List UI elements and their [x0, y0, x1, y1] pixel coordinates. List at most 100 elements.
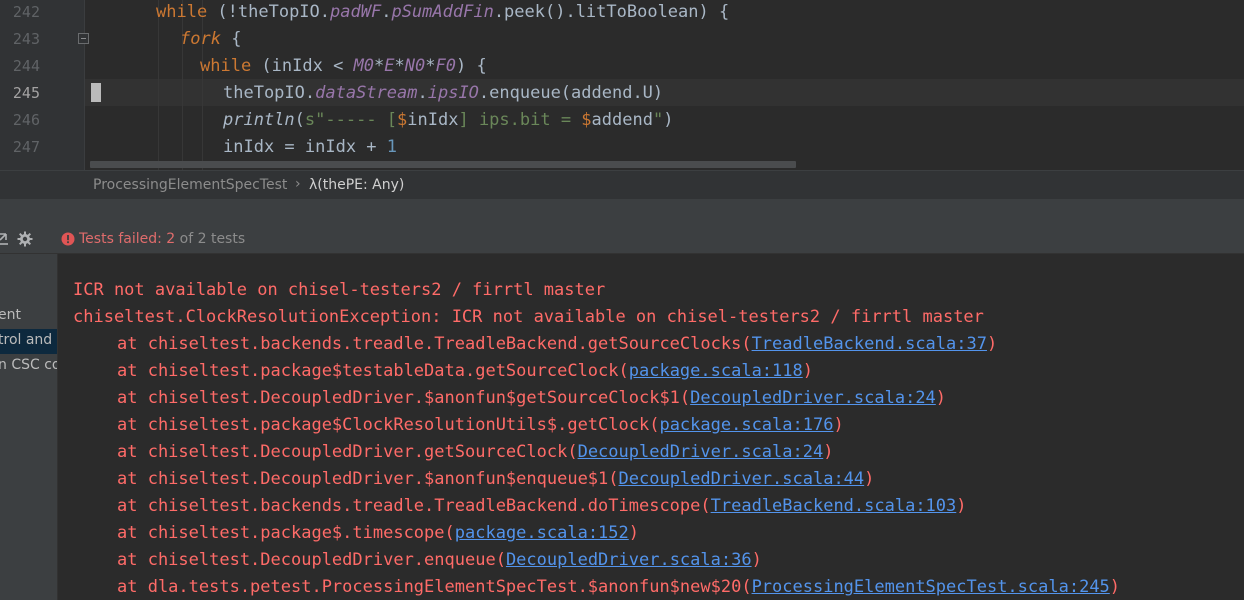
code-token: N0 [404, 56, 426, 76]
source-link[interactable]: ProcessingElementSpecTest.scala:245 [752, 577, 1110, 597]
stack-trace-line: at chiseltest.backends.treadle.TreadleBa… [117, 331, 997, 358]
trace-frame-close: ) [935, 388, 947, 408]
code-token: $ [581, 110, 592, 130]
tree-item[interactable]: ent [0, 307, 21, 323]
trace-frame: at chiseltest.DecoupledDriver.$anonfun$e… [117, 469, 619, 489]
code-line[interactable]: inIdx = inIdx + 1 [223, 134, 397, 161]
code-token: . [417, 83, 428, 103]
source-link[interactable]: package.scala:152 [455, 523, 629, 543]
code-token: padWF [330, 2, 382, 22]
code-token: F0 [435, 56, 456, 76]
code-token: inIdx = inIdx + [223, 137, 387, 157]
line-number-current: 245 [12, 84, 40, 102]
trace-frame: at chiseltest.DecoupledDriver.$anonfun$g… [117, 388, 691, 408]
breadcrumb-function[interactable]: λ(thePE: Any) [309, 177, 404, 193]
source-link[interactable]: TreadleBackend.scala:37 [752, 334, 987, 354]
code-token: 1 [386, 137, 398, 157]
source-link[interactable]: package.scala:176 [659, 415, 833, 435]
source-link[interactable]: DecoupledDriver.scala:24 [578, 442, 824, 462]
code-token: { [220, 29, 242, 49]
trace-frame-close: ) [864, 469, 875, 489]
status-suffix: of 2 tests [179, 231, 246, 247]
breadcrumb-file[interactable]: ProcessingElementSpecTest [93, 177, 287, 193]
breadcrumb-separator: › [295, 176, 301, 192]
text-caret [91, 83, 101, 102]
panel-divider[interactable] [0, 199, 1244, 225]
stack-trace-line: at chiseltest.DecoupledDriver.enqueue(De… [117, 547, 762, 574]
source-link[interactable]: DecoupledDriver.scala:44 [619, 469, 865, 489]
trace-frame: at chiseltest.DecoupledDriver.getSourceC… [117, 442, 578, 462]
test-status-text: Tests failed: 2 of 2 tests [79, 231, 245, 247]
tree-item[interactable]: trol and C [0, 332, 57, 348]
trace-frame-close: ) [1109, 577, 1121, 597]
source-link[interactable]: DecoupledDriver.scala:24 [690, 388, 936, 408]
error-icon [61, 232, 75, 246]
gear-icon[interactable] [17, 231, 33, 247]
stack-trace-line: at chiseltest.DecoupledDriver.$anonfun$g… [117, 385, 946, 412]
stack-trace-line: at chiseltest.package$ClockResolutionUti… [117, 412, 844, 439]
console-output[interactable]: ICR not available on chisel-testers2 / f… [58, 254, 1244, 600]
code-token: * [425, 56, 436, 76]
trace-frame-close: ) [986, 334, 998, 354]
run-toolbar: Tests failed: 2 of 2 tests [0, 225, 1244, 254]
trace-frame: at dla.tests.petest.ProcessingElementSpe… [117, 577, 752, 597]
trace-frame: at chiseltest.backends.treadle.TreadleBa… [117, 496, 711, 516]
code-token: while [156, 2, 208, 22]
test-results-tree: ent trol and C n CSC cor [0, 254, 58, 600]
line-number: 247 [12, 138, 40, 156]
stack-trace-line: at chiseltest.package$testableData.getSo… [117, 358, 813, 385]
trace-frame: at chiseltest.package$.timescope( [117, 523, 455, 543]
code-line[interactable]: while (inIdx < M0*E*N0*F0) { [200, 53, 487, 80]
code-token: theTopIO. [223, 83, 316, 103]
code-token: (inIdx < [251, 56, 354, 76]
code-line[interactable]: theTopIO.dataStream.ipsIO.enqueue(addend… [223, 80, 663, 107]
error-message: ICR not available on chisel-testers2 / f… [73, 280, 606, 300]
trace-frame: at chiseltest.backends.treadle.TreadleBa… [117, 334, 752, 354]
code-token: * [374, 56, 385, 76]
code-token: println [223, 110, 295, 130]
code-line[interactable]: while (!theTopIO.padWF.pSumAddFin.peek()… [156, 0, 729, 26]
exception-line: chiseltest.ClockResolutionException: ICR… [73, 307, 984, 327]
code-token: dataStream [315, 83, 418, 103]
trace-frame-close: ) [956, 496, 967, 516]
line-number: 244 [12, 57, 40, 75]
code-token: addend [591, 110, 653, 130]
source-link[interactable]: TreadleBackend.scala:103 [711, 496, 957, 516]
stack-trace-line: at dla.tests.petest.ProcessingElementSpe… [117, 574, 1120, 600]
status-prefix: Tests failed: [79, 231, 162, 247]
code-token: ( [294, 110, 305, 130]
breadcrumb: ProcessingElementSpecTest › λ(thePE: Any… [0, 170, 1244, 199]
code-token: $ [397, 110, 408, 130]
trace-frame-close: ) [833, 415, 844, 435]
code-token: s"----- [ [304, 110, 398, 130]
code-token: * [394, 56, 405, 76]
code-token: while [200, 56, 252, 76]
failed-count: 2 [166, 231, 176, 247]
code-token: ) [663, 110, 674, 130]
horizontal-scrollbar[interactable] [90, 161, 796, 168]
tree-item[interactable]: n CSC cor [0, 357, 57, 373]
fold-marker-icon[interactable] [78, 33, 89, 44]
code-line[interactable]: fork { [180, 26, 241, 53]
source-link[interactable]: package.scala:118 [629, 361, 803, 381]
trace-frame-close: ) [802, 361, 813, 381]
source-link[interactable]: DecoupledDriver.scala:36 [506, 550, 752, 570]
expand-icon[interactable] [0, 232, 10, 246]
trace-frame: at chiseltest.package$testableData.getSo… [117, 361, 629, 381]
code-line[interactable]: println(s"----- [$inIdx] ips.bit = $adde… [223, 107, 673, 134]
code-token: .enqueue(addend.U) [478, 83, 664, 103]
trace-frame-close: ) [751, 550, 762, 570]
trace-frame: at chiseltest.package$ClockResolutionUti… [117, 415, 660, 435]
stack-trace-line: at chiseltest.backends.treadle.TreadleBa… [117, 493, 967, 520]
stack-trace-line: at chiseltest.DecoupledDriver.$anonfun$e… [117, 466, 874, 493]
code-token: fork [180, 29, 221, 49]
code-token: . [381, 2, 392, 22]
trace-frame: at chiseltest.DecoupledDriver.enqueue( [117, 550, 506, 570]
trace-frame-close: ) [628, 523, 640, 543]
code-editor[interactable]: 242 243 244 245 246 247 while (!theTopIO… [0, 0, 1244, 170]
code-token: .peek().litToBoolean) { [493, 2, 730, 22]
code-token: E [384, 56, 395, 76]
code-token: pSumAddFin [391, 2, 494, 22]
line-number: 246 [12, 111, 40, 129]
trace-frame-close: ) [823, 442, 834, 462]
